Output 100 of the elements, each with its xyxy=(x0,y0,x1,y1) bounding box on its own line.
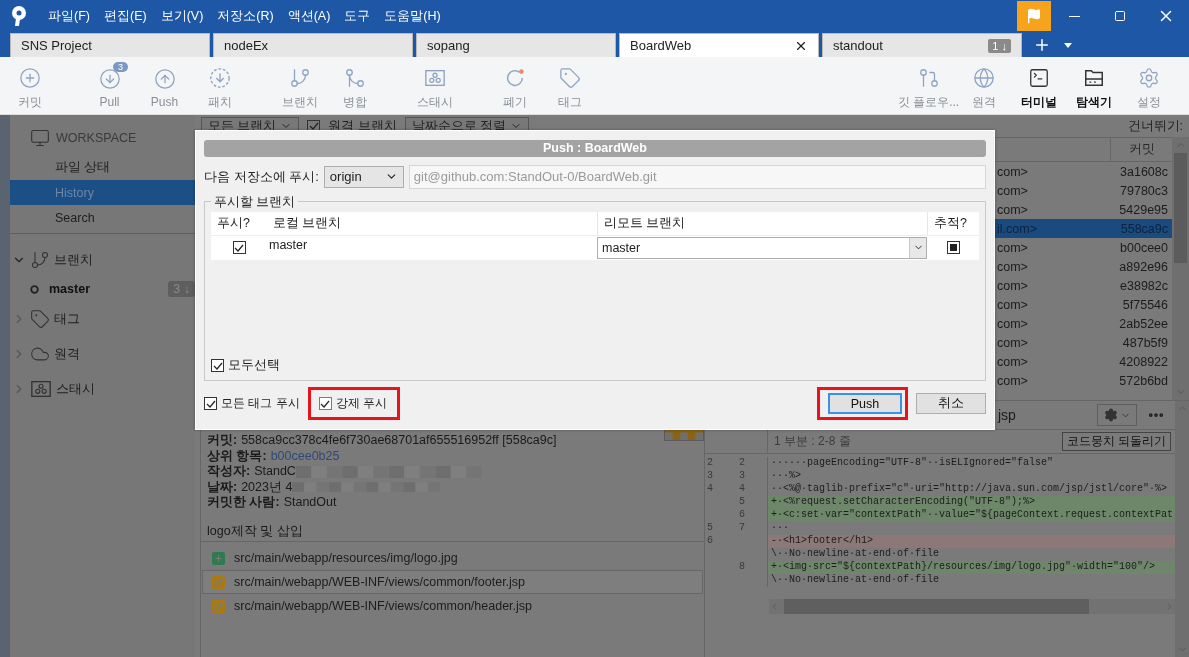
detail-line: 커밋: 558ca9cc378c4fe6f730ae68701af655516952ff [558ca9c] xyxy=(207,432,557,450)
push-button[interactable]: Push xyxy=(828,393,902,414)
detail-line: 작성자: StandC xyxy=(207,463,296,481)
checkbox[interactable] xyxy=(211,359,224,372)
author-cell: il.com> xyxy=(997,221,1037,236)
file-path: src/main/webapp/WEB-INF/views/common/header.jsp xyxy=(234,599,533,613)
detail-line: 커밋한 사람: StandOut xyxy=(207,494,337,512)
code-line: ··<%@·taglib·prefix="c"·uri="http://java.sun.com/jsp/jstl/core"·%> xyxy=(770,483,1169,496)
menu-item[interactable]: 편집(E) xyxy=(96,7,154,25)
code-line: ···%> xyxy=(770,470,802,483)
repository-tab[interactable]: nodeEx xyxy=(213,33,413,57)
terminal-icon xyxy=(1027,66,1050,89)
detail-line: 상위 항목: b00cee0b25 xyxy=(207,447,340,465)
toolbar-button[interactable]: 터미널 xyxy=(1011,60,1066,111)
line-number: 2 xyxy=(707,457,713,468)
settings-button[interactable] xyxy=(1097,404,1137,426)
column-header: 푸시? xyxy=(211,211,267,236)
track-checkbox[interactable] xyxy=(946,241,960,255)
sidebar-section[interactable]: 원격 xyxy=(54,344,80,363)
menu-item[interactable]: 도움말(H) xyxy=(377,7,448,25)
arrow-down-circle-icon xyxy=(98,68,121,90)
tag-icon xyxy=(30,308,50,329)
remote-branch-dropdown[interactable]: master xyxy=(597,236,927,259)
branch-name[interactable]: master xyxy=(49,282,90,296)
line-number: 4 xyxy=(707,483,713,494)
menu-item[interactable]: 액션(A) xyxy=(280,7,338,25)
gear-icon xyxy=(1103,408,1118,422)
author-cell: com> xyxy=(997,259,1028,274)
menu-item[interactable]: 저장소(R) xyxy=(210,7,281,25)
repository-tab[interactable]: BoardWeb xyxy=(619,33,819,57)
author-cell: com> xyxy=(997,335,1028,350)
flag-icon xyxy=(1026,8,1042,24)
count-badge: 1 ↓ xyxy=(988,38,1011,53)
file-name: jsp xyxy=(998,407,1016,423)
repository-tab[interactable]: standout 1 ↓ xyxy=(822,33,1022,57)
commit-hash-cell-text: 487b5f9 xyxy=(1122,335,1169,350)
sidebar-section[interactable]: 태그 xyxy=(54,309,80,328)
line-number: 7 xyxy=(739,522,745,533)
code-line: \··No·newline·at·end·of·file xyxy=(770,548,941,561)
plus-icon xyxy=(212,551,225,565)
merge-icon xyxy=(343,66,366,89)
sidebar-item[interactable]: History xyxy=(10,180,195,205)
revert-hunk-button[interactable]: 코드뭉치 되돌리기 xyxy=(1061,432,1171,451)
flag-button[interactable] xyxy=(1017,1,1051,31)
detail-line: 날짜: 2023년 4 xyxy=(207,478,293,496)
branch-icon xyxy=(30,249,50,270)
branch-nodes-icon xyxy=(917,66,940,89)
group-label: 푸시할 브랜치 xyxy=(211,193,299,211)
menu-item[interactable]: 도구 xyxy=(337,7,378,25)
sidebar-section[interactable]: 브랜치 xyxy=(54,250,93,269)
add-tab-icon[interactable] xyxy=(1033,36,1051,54)
commit-hash-cell-text: 79780c3 xyxy=(1120,183,1169,198)
line-number: 4 xyxy=(739,483,745,494)
plus-circle-icon xyxy=(18,66,41,89)
commit-hash-cell-text: 4208922 xyxy=(1119,354,1169,369)
commit-hash-cell-text: 2ab52ee xyxy=(1119,316,1169,331)
commit-hash-cell-text: 558ca9c xyxy=(1120,221,1169,236)
file-row[interactable]: src/main/webapp/WEB-INF/views/common/footer.jsp xyxy=(202,570,703,594)
menu-item[interactable]: 파일(F) xyxy=(41,7,97,25)
monitor-icon xyxy=(30,128,50,148)
checkbox[interactable] xyxy=(204,397,217,410)
url-field: git@github.com:StandOut-0/BoardWeb.git xyxy=(408,164,986,189)
field-label: 다음 저장소에 푸시: xyxy=(204,167,319,186)
checkbox-label: 모든 태그 푸시 xyxy=(221,395,300,412)
sidebar-item[interactable]: Search xyxy=(10,205,195,230)
author-cell: com> xyxy=(997,316,1028,331)
line-number: 3 xyxy=(707,470,713,481)
app-logo-icon xyxy=(9,5,29,27)
caret-icon[interactable] xyxy=(1064,43,1072,48)
checkbox[interactable] xyxy=(318,397,332,410)
author-cell: com> xyxy=(997,297,1028,312)
author-cell: com> xyxy=(997,202,1028,217)
sidebar-item[interactable]: 파일 상태 xyxy=(10,155,195,180)
checkbox[interactable] xyxy=(232,241,246,255)
author-cell: com> xyxy=(997,164,1028,179)
menu-item[interactable]: 보기(V) xyxy=(153,7,211,25)
author-cell: com> xyxy=(997,278,1028,293)
file-row[interactable]: src/main/webapp/WEB-INF/views/common/header.jsp xyxy=(202,594,703,618)
file-row[interactable]: src/main/webapp/resources/img/logo.jpg xyxy=(202,546,703,570)
column-header: 추적? xyxy=(927,211,979,236)
line-number: 3 xyxy=(739,470,745,481)
author-cell: com> xyxy=(997,240,1028,255)
code-line: ··· xyxy=(770,522,790,535)
line-number: 2 xyxy=(739,457,745,468)
cancel-button[interactable]: 취소 xyxy=(916,393,986,414)
toolbar-button[interactable]: 탐색기 xyxy=(1066,60,1121,111)
checkbox-label: 강제 푸시 xyxy=(335,395,387,412)
commit-hash-cell-text: b00cee0 xyxy=(1120,240,1169,255)
code-line: \··No·newline·at·end·of·file xyxy=(770,574,941,587)
repository-tab[interactable]: SNS Project xyxy=(10,33,210,57)
sidebar-section[interactable]: 스태시 xyxy=(56,379,95,398)
column-header: 리모트 브랜치 xyxy=(597,211,927,236)
author-cell: com> xyxy=(997,354,1028,369)
commit-hash-cell-text: e38982c xyxy=(1120,278,1169,293)
pencil-icon xyxy=(212,599,225,613)
checkbox-label: 원격 브랜치 xyxy=(328,117,397,135)
repository-tab[interactable]: sopang xyxy=(416,33,616,57)
count-badge: 3 xyxy=(113,62,128,72)
dialog-title: Push : BoardWeb xyxy=(204,140,986,157)
remote-dropdown[interactable]: origin xyxy=(323,165,404,188)
